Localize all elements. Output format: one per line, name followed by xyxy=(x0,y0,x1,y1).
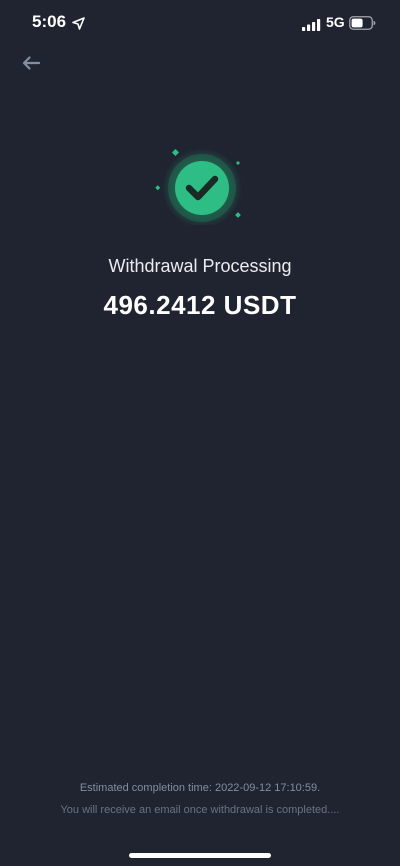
back-arrow-icon xyxy=(21,55,41,75)
status-time: 5:06 xyxy=(32,12,67,31)
withdrawal-amount: 496.2412 USDT xyxy=(103,290,297,320)
email-notice: You will receive an email once withdrawa… xyxy=(60,804,340,816)
home-indicator[interactable] xyxy=(129,853,271,858)
status-title: Withdrawal Processing xyxy=(108,256,292,276)
network-type: 5G xyxy=(326,14,345,30)
status-bar: 5:06 5G xyxy=(0,0,400,44)
success-graphic xyxy=(150,145,250,228)
check-circle-icon xyxy=(155,148,242,228)
back-button[interactable] xyxy=(16,52,46,78)
cellular-signal-icon xyxy=(302,16,322,35)
estimated-completion-time: Estimated completion time: 2022-09-12 17… xyxy=(79,782,321,794)
location-arrow-icon xyxy=(72,15,85,34)
battery-icon xyxy=(349,15,376,34)
